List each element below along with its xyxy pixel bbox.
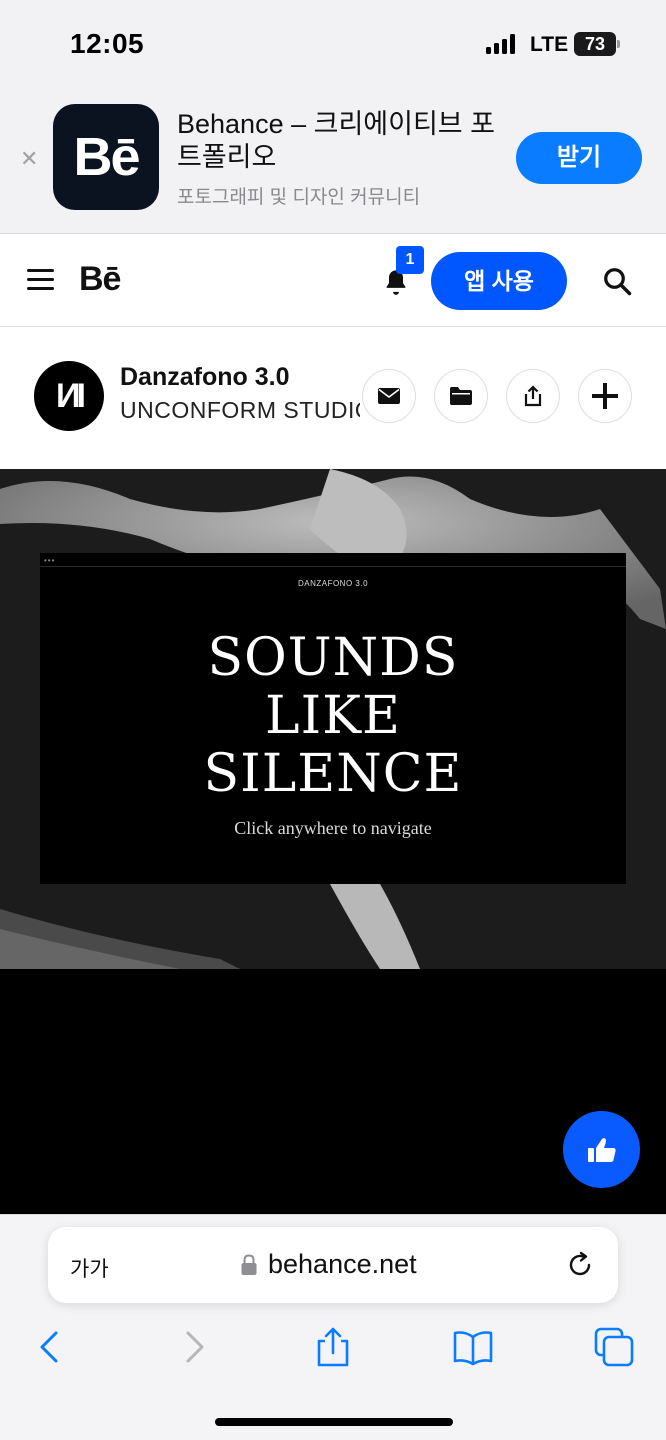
home-indicator [215,1418,453,1426]
share-icon [524,385,542,407]
close-icon[interactable]: ✕ [20,146,38,172]
address-bar[interactable]: 가가 behance.net [48,1227,618,1303]
plus-icon [592,383,618,409]
search-icon[interactable] [602,266,632,296]
appreciate-button[interactable] [563,1111,640,1188]
notification-badge: 1 [396,246,424,274]
battery-level: 73 [574,32,616,56]
clock: 12:05 [70,28,145,59]
app-install-banner: ✕ Bē Behance – 크리에이티브 포트폴리오 포토그래피 및 디자인 … [0,90,666,234]
message-button[interactable] [362,369,416,423]
battery-icon: 73 [574,32,620,56]
save-to-collection-button[interactable] [434,369,488,423]
headline-line-3: SILENCE [203,744,463,804]
share-icon[interactable] [313,1327,353,1367]
reload-icon[interactable] [566,1251,594,1279]
signal-icon [486,34,518,54]
mockup-subtext: Click anywhere to navigate [234,818,432,838]
folder-icon [450,387,472,405]
website-mockup: ••• DANZAFONO 3.0 SOUNDS LIKE SILENCE Cl… [40,553,626,884]
use-app-button[interactable]: 앱 사용 [431,252,567,310]
back-icon[interactable] [30,1327,70,1367]
project-owner[interactable]: UNCONFORM STUDIO [120,397,360,424]
network-type: LTE [530,33,569,56]
follow-button[interactable] [578,369,632,423]
lock-icon [241,1254,257,1275]
app-icon[interactable]: Bē [53,104,159,210]
project-title: Danzafono 3.0 [120,363,290,391]
headline-line-2: LIKE [265,686,401,746]
site-header: Bē 1 앱 사용 [0,234,666,327]
bookmarks-icon[interactable] [453,1327,493,1367]
project-header: ИI Danzafono 3.0 UNCONFORM STUDIO [0,327,666,469]
content-area [0,969,666,1214]
text-size-button[interactable]: 가가 [70,1253,109,1283]
behance-logo[interactable]: Bē [79,260,121,299]
tabs-icon[interactable] [594,1327,634,1367]
mockup-headline: SOUNDS LIKE SILENCE [40,629,626,803]
window-dots: ••• [44,556,56,565]
get-app-button[interactable]: 받기 [516,132,642,184]
avatar[interactable]: ИI [34,361,104,431]
thumbs-up-icon [587,1137,616,1162]
browser-toolbar: 가가 behance.net [0,1214,666,1440]
forward-icon[interactable] [174,1327,214,1367]
banner-app-subtitle: 포토그래피 및 디자인 커뮤니티 [177,187,421,208]
mail-icon [378,388,400,404]
url-text: behance.net [268,1249,417,1279]
status-bar: 12:05 LTE 73 [0,0,666,90]
banner-app-title: Behance – 크리에이티브 포트폴리오 [177,109,495,172]
share-button[interactable] [506,369,560,423]
headline-line-1: SOUNDS [207,628,459,688]
mockup-site-title: DANZAFONO 3.0 [297,579,369,588]
project-cover-image[interactable]: ••• DANZAFONO 3.0 SOUNDS LIKE SILENCE Cl… [0,469,666,969]
hamburger-menu-icon[interactable] [27,269,54,291]
